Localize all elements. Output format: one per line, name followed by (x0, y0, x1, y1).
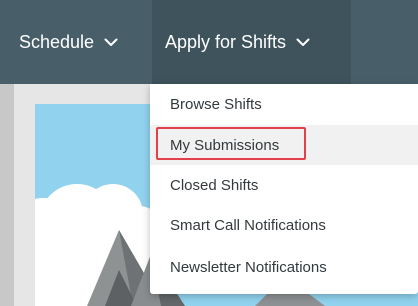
chevron-down-icon (104, 38, 118, 47)
nav-item-label: Schedule (19, 31, 95, 52)
side-strip (0, 84, 14, 306)
menu-item-label: Closed Shifts (170, 176, 259, 194)
menu-item-label: My Submissions (170, 136, 280, 154)
menu-item-my-submissions[interactable]: My Submissions (150, 125, 418, 165)
menu-item-newsletter-notifications[interactable]: Newsletter Notifications (150, 247, 418, 287)
top-navbar: Schedule Apply for Shifts (0, 0, 418, 84)
nav-item-schedule[interactable]: Schedule (0, 0, 152, 84)
menu-item-label: Newsletter Notifications (170, 258, 327, 276)
apply-for-shifts-dropdown: Browse Shifts My Submissions Closed Shif… (150, 84, 418, 294)
menu-item-browse-shifts[interactable]: Browse Shifts (150, 84, 418, 124)
menu-item-label: Smart Call Notifications (170, 216, 326, 234)
nav-item-apply-for-shifts[interactable]: Apply for Shifts (152, 0, 351, 84)
menu-item-closed-shifts[interactable]: Closed Shifts (150, 165, 418, 205)
menu-item-smart-call-notifications[interactable]: Smart Call Notifications (150, 205, 418, 245)
menu-item-label: Browse Shifts (170, 95, 262, 113)
nav-item-label: Apply for Shifts (165, 31, 287, 52)
chevron-down-icon (296, 38, 310, 47)
